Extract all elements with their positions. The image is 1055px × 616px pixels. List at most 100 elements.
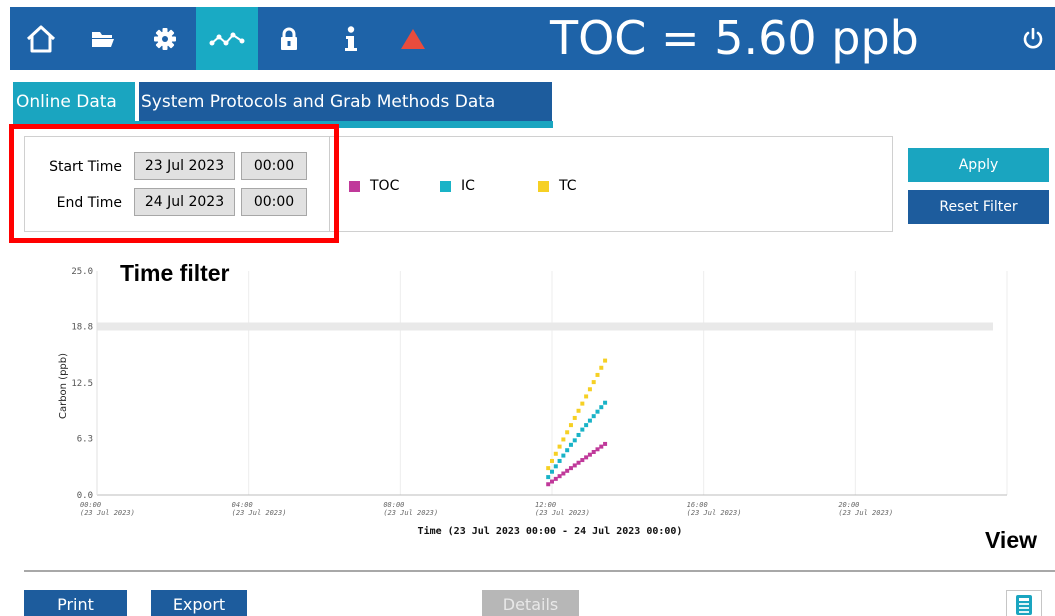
bottom-divider (24, 570, 1055, 572)
data-view-button[interactable] (196, 7, 258, 70)
y-tick-label: 18.8 (71, 323, 93, 333)
folder-icon (92, 31, 114, 47)
data-point-toc (603, 441, 608, 446)
y-axis-label: Carbon (ppb) (58, 353, 69, 419)
data-point-tc (595, 372, 600, 377)
y-tick-label: 12.5 (71, 379, 93, 389)
data-point-tc (550, 458, 554, 463)
data-point-tc (557, 444, 562, 449)
tab-online-data[interactable]: Online Data (13, 82, 135, 121)
x-tick-label: 00:00 (80, 501, 101, 509)
data-point-toc (561, 471, 566, 476)
data-point-toc (587, 452, 592, 457)
data-point-toc (565, 468, 570, 473)
data-point-tc (546, 466, 551, 471)
data-point-toc (546, 482, 551, 487)
info-button[interactable] (320, 7, 382, 70)
top-nav-bar: TOC = 5.60 ppb (10, 7, 1055, 70)
data-point-tc (565, 430, 570, 435)
data-point-ic (587, 418, 592, 423)
y-tick-label: 0.0 (77, 491, 93, 501)
data-point-tc (584, 394, 589, 399)
apply-button[interactable]: Apply (908, 148, 1049, 182)
x-tick-date: (23 Jul 2023) (535, 509, 590, 517)
data-point-ic (546, 475, 551, 480)
data-point-toc (599, 444, 604, 449)
data-point-tc (603, 358, 608, 363)
data-point-toc (584, 455, 589, 460)
data-point-tc (580, 401, 585, 406)
legend-label-tc: TC (559, 178, 577, 194)
data-point-toc (572, 463, 577, 468)
legend-toc[interactable]: TOC (349, 178, 399, 194)
data-point-toc (576, 460, 581, 465)
settings-button[interactable] (134, 7, 196, 70)
data-point-ic (550, 469, 554, 474)
data-point-ic (568, 442, 573, 447)
x-tick-date: (23 Jul 2023) (838, 509, 893, 517)
data-point-ic (561, 453, 566, 458)
tab-system-protocols[interactable]: System Protocols and Grab Methods Data (139, 82, 552, 121)
legend-swatch-toc (349, 180, 360, 192)
data-point-tc (587, 387, 592, 392)
legend-ic[interactable]: IC (440, 178, 475, 194)
home-button[interactable] (10, 7, 72, 70)
export-button[interactable]: Export (151, 590, 247, 616)
power-icon (1023, 27, 1043, 48)
data-point-ic (565, 448, 570, 453)
data-point-tc (561, 437, 566, 442)
time-filter-highlight (9, 124, 339, 243)
gear-icon (154, 27, 176, 50)
x-tick-date: (23 Jul 2023) (383, 509, 438, 517)
x-tick-label: 04:00 (232, 501, 253, 509)
data-point-ic (576, 432, 581, 437)
data-point-tc (572, 415, 577, 420)
data-point-tc (599, 365, 604, 370)
data-point-toc (580, 458, 585, 463)
data-trend-icon (209, 32, 245, 45)
data-point-toc (595, 447, 600, 452)
x-tick-date: (23 Jul 2023) (687, 509, 742, 517)
data-point-ic (595, 409, 600, 414)
power-button[interactable] (1013, 7, 1053, 70)
data-point-tc (553, 451, 558, 456)
x-tick-label: 12:00 (535, 501, 556, 509)
security-button[interactable] (258, 7, 320, 70)
data-point-ic (591, 414, 596, 419)
lock-icon (281, 27, 297, 50)
x-tick-label: 20:00 (838, 501, 859, 509)
warning-triangle-icon (401, 28, 425, 49)
data-point-ic (599, 405, 604, 410)
info-icon (345, 25, 357, 51)
reset-filter-button[interactable]: Reset Filter (908, 190, 1049, 224)
x-axis-label: Time (23 Jul 2023 00:00 - 24 Jul 2023 00… (418, 525, 683, 537)
data-point-ic (580, 427, 585, 432)
view-annotation: View (985, 527, 1037, 553)
data-point-tc (591, 380, 596, 385)
data-point-toc (553, 476, 558, 481)
x-tick-label: 16:00 (687, 501, 708, 509)
data-point-ic (584, 423, 589, 428)
data-point-toc (557, 474, 562, 479)
home-icon (26, 25, 56, 52)
data-point-toc (591, 449, 596, 454)
y-tick-label: 25.0 (71, 267, 93, 277)
legend-label-ic: IC (461, 178, 475, 194)
data-point-ic (603, 400, 608, 405)
table-view-icon (1016, 595, 1032, 615)
x-tick-date: (23 Jul 2023) (80, 509, 135, 517)
legend-swatch-ic (440, 180, 451, 192)
legend-tc[interactable]: TC (538, 178, 577, 194)
y-tick-label: 6.3 (77, 435, 93, 445)
files-button[interactable] (72, 7, 134, 70)
print-button[interactable]: Print (24, 590, 127, 616)
legend-label-toc: TOC (370, 178, 400, 194)
view-toggle-button[interactable] (1006, 590, 1042, 616)
data-point-toc (568, 466, 573, 471)
alarm-button[interactable] (382, 7, 444, 70)
details-button[interactable]: Details (482, 590, 579, 616)
data-point-ic (572, 438, 577, 443)
x-tick-label: 08:00 (383, 501, 404, 509)
data-point-ic (557, 458, 562, 463)
carbon-chart: 0.06.312.518.825.000:00(23 Jul 2023)04:0… (58, 267, 1008, 537)
